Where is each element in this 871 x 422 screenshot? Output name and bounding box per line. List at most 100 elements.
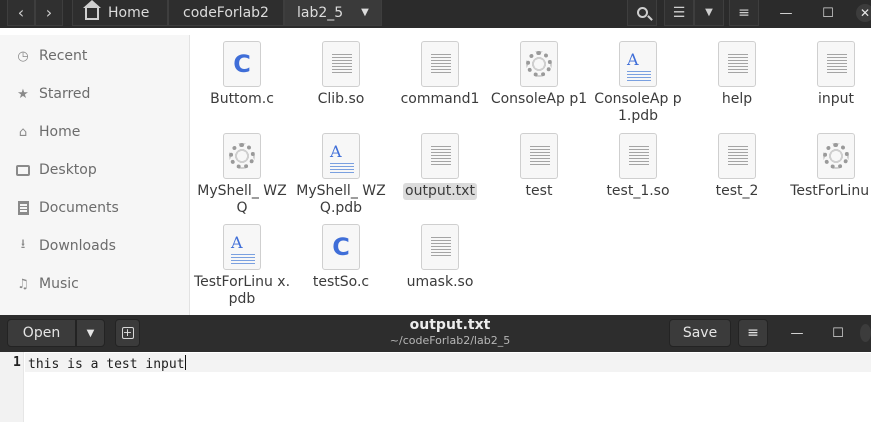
breadcrumb-home[interactable]: Home [72, 0, 168, 26]
home-icon [83, 0, 101, 20]
sidebar-item-home[interactable]: ⌂ Home [0, 113, 189, 151]
line-number: 1 [13, 355, 21, 370]
file-item-myshell-wzq-pdb[interactable]: A MyShell_ WZQ.pdb [292, 133, 390, 217]
file-item-test[interactable]: test [490, 133, 588, 200]
executable-icon [817, 133, 855, 179]
text-file-icon [421, 133, 459, 179]
file-item-buttom-c[interactable]: C Buttom.c [193, 41, 291, 108]
sidebar-item-label: Downloads [39, 238, 116, 254]
hamburger-icon: ≡ [738, 4, 750, 21]
file-item-test-2[interactable]: test_2 [688, 133, 786, 200]
file-item-myshell-wzq[interactable]: MyShell_ WZQ [193, 133, 291, 217]
document-title: output.txt [409, 317, 491, 333]
hamburger-icon: ≡ [747, 325, 759, 341]
chevron-down-icon: ▼ [705, 7, 713, 18]
save-button-label: Save [682, 325, 718, 341]
editor-line[interactable]: this is a test input [28, 355, 186, 372]
editor-minimize-button[interactable]: — [783, 319, 811, 347]
close-button[interactable]: ✕ [856, 4, 871, 22]
file-item-input[interactable]: input [787, 41, 871, 108]
minimize-button[interactable]: — [772, 0, 800, 26]
document-icon: A [223, 224, 261, 270]
text-file-icon [619, 133, 657, 179]
file-name: test_2 [715, 183, 759, 199]
close-icon [860, 324, 871, 342]
desktop-icon [14, 161, 32, 179]
file-name: TestForLinu x.pdb [193, 274, 291, 307]
close-icon: ✕ [859, 6, 871, 20]
text-file-icon [421, 224, 459, 270]
file-name: test_1.so [606, 183, 670, 199]
sidebar-item-label: Documents [39, 200, 119, 216]
editor-menu-button[interactable]: ≡ [738, 319, 768, 347]
editor-line-text: this is a test input [28, 357, 185, 372]
file-name: umask.so [406, 274, 474, 290]
file-item-help[interactable]: help [688, 41, 786, 108]
editor-title-block: output.txt ~/codeForlab2/lab2_5 [320, 317, 580, 348]
breadcrumb-codeforlab2[interactable]: codeForlab2 [168, 0, 284, 26]
c-source-icon: C [223, 41, 261, 87]
breadcrumb-lab2-5[interactable]: lab2_5 ▼ [284, 0, 382, 26]
maximize-icon: ☐ [832, 325, 844, 341]
editor-close-button[interactable] [860, 319, 871, 347]
editor-headerbar: Open ▼ + output.txt ~/codeForlab2/lab2_5… [0, 315, 871, 352]
sidebar-item-music[interactable]: ♫ Music [0, 265, 189, 303]
minimize-icon: — [790, 325, 804, 341]
document-path: ~/codeForlab2/lab2_5 [389, 334, 511, 347]
breadcrumb-home-label: Home [108, 4, 150, 21]
file-item-consoleapp1-pdb[interactable]: A ConsoleAp p1.pdb [589, 41, 687, 125]
file-item-consoleapp1[interactable]: ConsoleAp p1 [490, 41, 588, 108]
sidebar-item-documents[interactable]: Documents [0, 189, 189, 227]
file-name: ConsoleAp p1.pdb [594, 91, 682, 124]
executable-icon [520, 41, 558, 87]
file-item-testforlinux-pdb[interactable]: A TestForLinu x.pdb [193, 224, 291, 308]
file-item-testforlinux[interactable]: TestForLinu x [787, 133, 871, 200]
file-name: test [525, 183, 553, 199]
home-icon: ⌂ [18, 124, 28, 140]
star-icon: ★ [17, 86, 29, 102]
file-grid: C Buttom.c Clib.so command1 ConsoleAp p1… [191, 35, 871, 315]
forward-button[interactable]: › [35, 0, 63, 26]
text-file-icon [817, 41, 855, 87]
document-icon [14, 199, 32, 217]
search-button[interactable] [627, 0, 657, 26]
editor-text-area[interactable]: 1 this is a test input [0, 352, 871, 422]
document-icon: A [619, 41, 657, 87]
sidebar-item-desktop[interactable]: Desktop [0, 151, 189, 189]
breadcrumb-lab2-5-label: lab2_5 [297, 4, 344, 21]
view-options-button[interactable]: ▼ [694, 0, 724, 26]
save-button[interactable]: Save [669, 319, 731, 347]
sidebar-item-starred[interactable]: ★ Starred [0, 75, 189, 113]
file-item-clib-so[interactable]: Clib.so [292, 41, 390, 108]
open-recent-button[interactable]: ▼ [76, 319, 105, 347]
text-file-icon [718, 133, 756, 179]
sidebar-item-label: Home [39, 124, 81, 140]
file-name: input [817, 91, 854, 107]
sidebar-item-label: Recent [39, 48, 88, 64]
file-name: Buttom.c [210, 91, 274, 107]
file-name: command1 [400, 91, 480, 107]
places-sidebar: ◷ Recent ★ Starred ⌂ Home Desktop Docume… [0, 35, 190, 315]
sidebar-item-downloads[interactable]: ⭳ Downloads [0, 227, 189, 265]
new-document-icon: + [121, 326, 134, 339]
back-button[interactable]: ‹ [7, 0, 35, 26]
sidebar-item-recent[interactable]: ◷ Recent [0, 37, 189, 75]
file-name: MyShell_ WZQ [197, 183, 287, 216]
maximize-button[interactable]: ☐ [814, 0, 842, 26]
file-item-testso-c[interactable]: C testSo.c [292, 224, 390, 291]
search-icon [636, 7, 653, 21]
file-item-output-txt[interactable]: output.txt [391, 133, 489, 200]
music-icon: ♫ [17, 276, 29, 292]
view-toggle-button[interactable]: ☰ [664, 0, 694, 26]
file-item-umask-so[interactable]: umask.so [391, 224, 489, 291]
open-button[interactable]: Open [7, 319, 76, 347]
menu-button[interactable]: ≡ [729, 0, 759, 26]
new-tab-button[interactable]: + [115, 319, 140, 347]
editor-maximize-button[interactable]: ☐ [824, 319, 852, 347]
file-item-test-1-so[interactable]: test_1.so [589, 133, 687, 200]
chevron-right-icon: › [45, 3, 53, 22]
file-name: Clib.so [317, 91, 365, 107]
line-number-gutter: 1 [0, 352, 24, 422]
files-headerbar: ‹ › Home codeForlab2 lab2_5 ▼ ☰ ▼ ≡ — ☐ … [0, 0, 871, 28]
file-item-command1[interactable]: command1 [391, 41, 489, 108]
